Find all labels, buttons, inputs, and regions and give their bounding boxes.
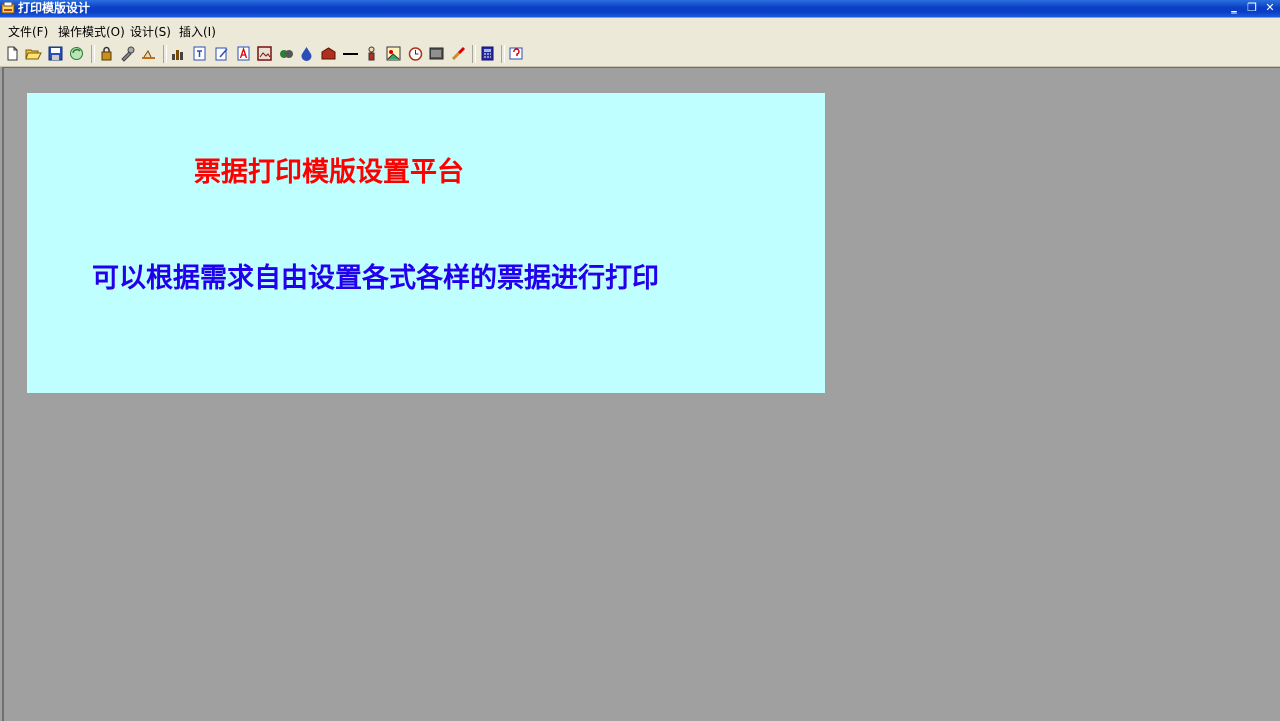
tool-icon[interactable] [119,45,136,62]
template-heading: 票据打印模版设置平台 [194,157,464,188]
restore-icon[interactable]: ❐ [1244,0,1260,16]
calculator-icon[interactable] [479,45,496,62]
brush-icon[interactable] [450,45,467,62]
minimize-icon[interactable]: ‗ [1226,0,1242,16]
hand-icon[interactable] [140,45,157,62]
open-folder-icon[interactable] [25,45,42,62]
font-icon[interactable] [235,45,252,62]
line-icon[interactable] [342,45,359,62]
drop-icon[interactable] [298,45,315,62]
help-icon[interactable] [508,45,525,62]
clock-icon[interactable] [407,45,424,62]
app-icon [1,1,15,14]
window-title: 打印模版设计 [18,1,91,15]
title-bar: 打印模版设计 ‗ ❐ ✕ [0,0,1280,17]
menu-operation-mode[interactable]: 操作模式(O) [58,23,125,40]
barcode-icon[interactable] [428,45,445,62]
text-icon[interactable] [191,45,208,62]
lock-icon[interactable] [98,45,115,62]
picture-icon[interactable] [385,45,402,62]
menu-insert[interactable]: 插入(I) [179,23,216,40]
template-subheading: 可以根据需求自由设置各式各样的票据进行打印 [92,263,659,294]
toolbar [0,42,1280,67]
person-icon[interactable] [363,45,380,62]
chart-icon[interactable] [169,45,186,62]
box-icon[interactable] [320,45,337,62]
menu-bar: 文件(F) 操作模式(O) 设计(S) 插入(I) [0,18,1280,42]
template-canvas[interactable] [27,93,825,393]
close-icon[interactable]: ✕ [1262,0,1278,16]
group-icon[interactable] [278,45,295,62]
edit-icon[interactable] [213,45,230,62]
save-icon[interactable] [47,45,64,62]
new-icon[interactable] [4,45,21,62]
image-icon[interactable] [256,45,273,62]
menu-file[interactable]: 文件(F) [8,23,48,40]
refresh-icon[interactable] [68,45,85,62]
menu-design[interactable]: 设计(S) [130,23,171,40]
